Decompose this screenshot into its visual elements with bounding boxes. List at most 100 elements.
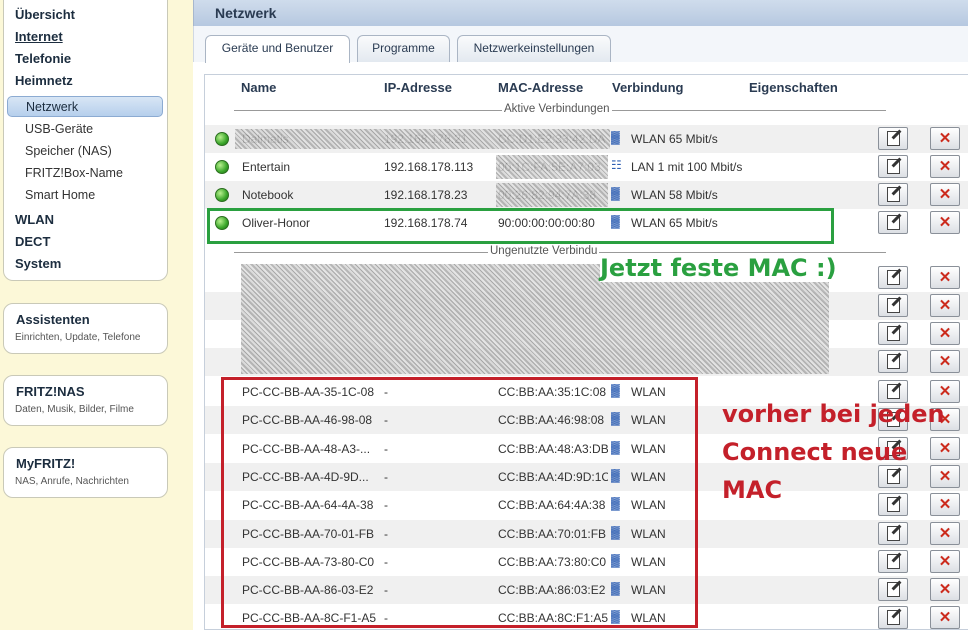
- sidebox-title: FRITZ!NAS: [16, 384, 85, 399]
- edit-button[interactable]: [878, 155, 908, 178]
- delete-button[interactable]: ✕: [930, 294, 960, 317]
- tab-netzwerkeinstellungen[interactable]: Netzwerkeinstellungen: [457, 35, 611, 62]
- status-online-icon: [215, 132, 229, 146]
- section-label-unused: Ungenutzte Verbindu: [488, 245, 600, 257]
- annotation-red-line-3: MAC: [722, 476, 783, 504]
- device-ip: 192.168.178.23: [384, 188, 468, 202]
- column-header-mac: MAC-Adresse: [498, 80, 584, 95]
- delete-button[interactable]: ✕: [930, 493, 960, 517]
- edit-button[interactable]: [878, 294, 908, 317]
- edit-icon: [887, 326, 900, 341]
- nav-item-netzwerk[interactable]: Netzwerk: [7, 96, 163, 117]
- column-header-name: Name: [241, 80, 277, 95]
- delete-icon: ✕: [938, 353, 952, 370]
- redacted-area: [496, 155, 608, 179]
- edit-button[interactable]: [878, 183, 908, 206]
- edit-icon: [887, 553, 900, 569]
- edit-icon: [887, 525, 900, 541]
- edit-button[interactable]: [878, 549, 908, 573]
- delete-button[interactable]: ✕: [930, 436, 960, 460]
- device-name[interactable]: Entertain: [242, 160, 372, 174]
- delete-icon: ✕: [938, 439, 952, 457]
- annotation-red-line-2: Connect neue: [722, 438, 908, 466]
- nav-item-speicher[interactable]: Speicher (NAS): [25, 144, 112, 158]
- edit-icon: [887, 582, 900, 598]
- edit-button[interactable]: [878, 127, 908, 150]
- device-connection: WLAN 65 Mbit/s: [631, 132, 718, 146]
- edit-icon: [887, 131, 900, 146]
- sidebox-myfritz[interactable]: MyFRITZ! NAS, Anrufe, Nachrichten: [3, 447, 168, 498]
- delete-icon: ✕: [938, 214, 952, 231]
- edit-icon: [887, 187, 900, 202]
- nav-item-uebersicht[interactable]: Übersicht: [15, 7, 75, 22]
- sidebox-subtitle: Daten, Musik, Bilder, Filme: [15, 404, 134, 415]
- delete-button[interactable]: ✕: [930, 183, 960, 206]
- delete-button[interactable]: ✕: [930, 211, 960, 234]
- delete-button[interactable]: ✕: [930, 521, 960, 545]
- tab-geraete-und-benutzer[interactable]: Geräte und Benutzer: [205, 35, 350, 63]
- delete-button[interactable]: ✕: [930, 578, 960, 602]
- delete-button[interactable]: ✕: [930, 127, 960, 150]
- nav-item-fritzbox-name[interactable]: FRITZ!Box-Name: [25, 166, 123, 180]
- annotation-green: Jetzt feste MAC :): [600, 254, 837, 282]
- delete-icon: ✕: [938, 467, 952, 485]
- delete-button[interactable]: ✕: [930, 606, 960, 630]
- nav-item-system[interactable]: System: [15, 256, 61, 271]
- delete-icon: ✕: [938, 496, 952, 514]
- table-header: Name IP-Adresse MAC-Adresse Verbindung E…: [205, 75, 968, 100]
- nav-item-smart-home[interactable]: Smart Home: [25, 188, 95, 202]
- delete-button[interactable]: ✕: [930, 266, 960, 289]
- highlight-box-green: [207, 208, 834, 244]
- edit-button[interactable]: [878, 578, 908, 602]
- delete-button[interactable]: ✕: [930, 350, 960, 373]
- edit-icon: [887, 497, 900, 513]
- sidebox-fritznas[interactable]: FRITZ!NAS Daten, Musik, Bilder, Filme: [3, 375, 168, 426]
- delete-icon: ✕: [938, 297, 952, 314]
- nav-item-usb-geraete[interactable]: USB-Geräte: [25, 122, 93, 136]
- delete-button[interactable]: ✕: [930, 549, 960, 573]
- lan-icon: ☷: [611, 158, 622, 172]
- edit-button[interactable]: [878, 493, 908, 517]
- device-connection: WLAN 58 Mbit/s: [631, 188, 718, 202]
- delete-button[interactable]: ✕: [930, 155, 960, 178]
- device-connection: LAN 1 mit 100 Mbit/s: [631, 160, 743, 174]
- nav-item-wlan[interactable]: WLAN: [15, 212, 54, 227]
- table-row[interactable]: Entertain192.168.178.11300:1C:FA:5E:A7:0…: [205, 153, 968, 181]
- annotation-red-line-1: vorher bei jeden: [722, 400, 945, 428]
- edit-icon: [887, 159, 900, 174]
- redacted-area: [235, 129, 610, 149]
- column-header-verbindung: Verbindung: [612, 80, 684, 95]
- delete-button[interactable]: ✕: [930, 464, 960, 488]
- edit-button[interactable]: [878, 521, 908, 545]
- delete-icon: ✕: [938, 581, 952, 599]
- section-divider-active: Aktive Verbindungen: [205, 102, 968, 118]
- delete-button[interactable]: ✕: [930, 322, 960, 345]
- column-header-ip: IP-Adresse: [384, 80, 452, 95]
- edit-icon: [887, 468, 900, 484]
- highlight-box-red: [221, 377, 698, 628]
- delete-icon: ✕: [938, 269, 952, 286]
- edit-button[interactable]: [878, 606, 908, 630]
- nav-item-internet[interactable]: Internet: [15, 29, 63, 44]
- device-name[interactable]: Notebook: [242, 188, 372, 202]
- edit-icon: [887, 215, 900, 230]
- nav-item-telefonie[interactable]: Telefonie: [15, 51, 71, 66]
- delete-icon: ✕: [938, 130, 952, 147]
- sidebox-assistenten[interactable]: Assistenten Einrichten, Update, Telefone: [3, 303, 168, 354]
- edit-button[interactable]: [878, 350, 908, 373]
- edit-button[interactable]: [878, 266, 908, 289]
- delete-icon: ✕: [938, 325, 952, 342]
- edit-button[interactable]: [878, 464, 908, 488]
- tab-programme[interactable]: Programme: [357, 35, 450, 62]
- table-row[interactable]: Dalmatis192.168.178.21CC:D1:E2:33:42:DA▓…: [205, 125, 968, 153]
- sidebox-title: MyFRITZ!: [16, 456, 76, 471]
- page-title: Netzwerk: [215, 5, 277, 21]
- edit-button[interactable]: [878, 322, 908, 345]
- edit-button[interactable]: [878, 211, 908, 234]
- nav-item-dect[interactable]: DECT: [15, 234, 50, 249]
- nav-item-netzwerk-label: Netzwerk: [26, 100, 79, 114]
- delete-icon: ✕: [938, 186, 952, 203]
- section-divider-unused: Ungenutzte Verbindu: [205, 244, 968, 260]
- table-row[interactable]: Notebook192.168.178.2300:26:82:94:7A:38▓…: [205, 181, 968, 209]
- nav-item-heimnetz[interactable]: Heimnetz: [15, 73, 73, 88]
